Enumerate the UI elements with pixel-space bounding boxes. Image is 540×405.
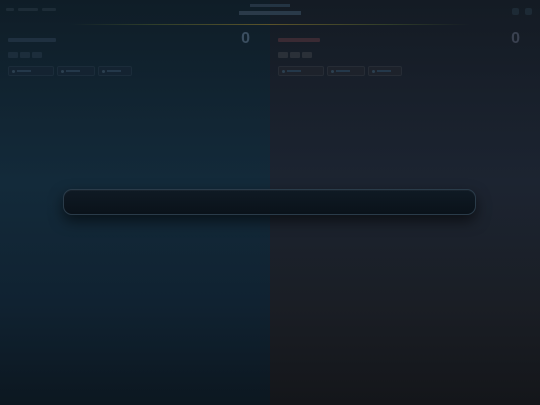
left-team-name — [8, 38, 56, 42]
left-team-controls — [8, 66, 132, 76]
left-team-header: 0 — [8, 30, 258, 84]
left-team-score: 0 — [241, 30, 250, 47]
settings-icon[interactable] — [512, 8, 519, 15]
chip-label — [287, 70, 301, 72]
right-team-header: 0 — [278, 30, 528, 84]
chip-label — [107, 70, 121, 72]
fullscreen-icon[interactable] — [525, 8, 532, 15]
right-chip-1[interactable] — [278, 66, 324, 76]
left-chip-1[interactable] — [8, 66, 54, 76]
loading-bar — [63, 189, 476, 215]
header-divider — [70, 24, 470, 25]
page-title — [0, 4, 540, 15]
left-chip-3[interactable] — [98, 66, 132, 76]
badge — [278, 52, 288, 58]
right-team-name — [278, 38, 320, 42]
right-team-score: 0 — [511, 30, 520, 47]
chip-icon — [282, 69, 285, 73]
chip-icon — [372, 69, 375, 73]
badge — [20, 52, 30, 58]
left-team-badges — [8, 52, 42, 58]
chip-icon — [61, 69, 64, 73]
top-bar — [0, 0, 540, 24]
chip-label — [377, 70, 391, 72]
chip-label — [17, 70, 31, 72]
title-main — [239, 11, 301, 15]
chip-icon — [12, 69, 15, 73]
right-chip-2[interactable] — [327, 66, 365, 76]
right-team-badges — [278, 52, 312, 58]
badge — [32, 52, 42, 58]
badge — [290, 52, 300, 58]
chip-icon — [102, 69, 105, 73]
left-chip-2[interactable] — [57, 66, 95, 76]
badge — [302, 52, 312, 58]
right-chip-3[interactable] — [368, 66, 402, 76]
top-right-actions — [512, 8, 532, 15]
title-small — [250, 4, 290, 7]
chip-icon — [331, 69, 334, 73]
chip-label — [336, 70, 350, 72]
chip-label — [66, 70, 80, 72]
badge — [8, 52, 18, 58]
right-team-controls — [278, 66, 402, 76]
